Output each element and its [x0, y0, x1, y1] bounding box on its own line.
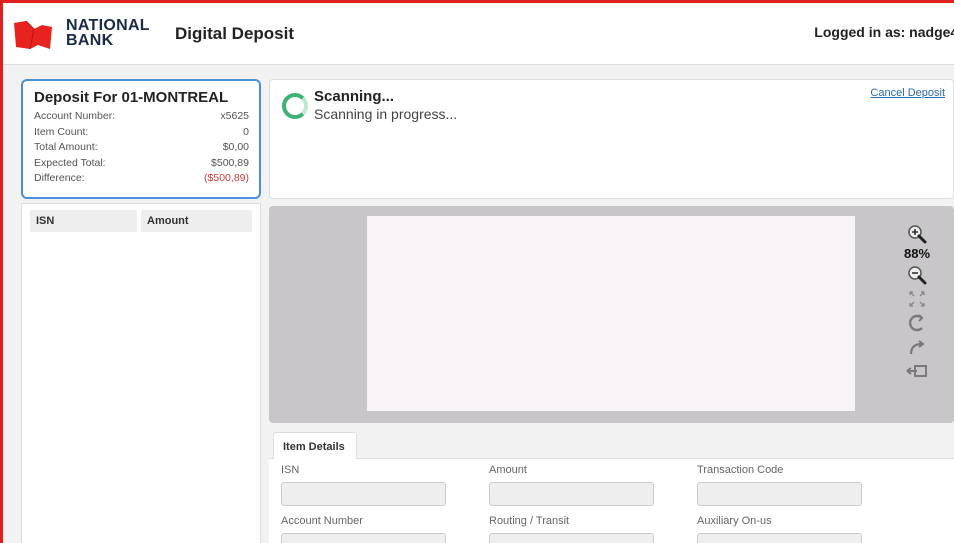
- zoom-in-icon[interactable]: [905, 222, 929, 246]
- field-transaction-code: Transaction Code: [697, 464, 862, 506]
- summary-label: Account Number:: [34, 110, 116, 122]
- field-label: ISN: [281, 464, 300, 476]
- summary-value: 0: [243, 125, 249, 138]
- item-details-panel: ISN Amount Transaction Code Account Numb…: [269, 458, 954, 543]
- field-label: Account Number: [281, 515, 363, 527]
- redo-icon[interactable]: [905, 335, 929, 359]
- transaction-code-input[interactable]: [697, 482, 862, 506]
- brand-line-2: BANK: [66, 32, 114, 49]
- app-title: Digital Deposit: [175, 24, 295, 43]
- summary-label: Total Amount:: [34, 141, 98, 153]
- fit-screen-icon[interactable]: [905, 287, 929, 311]
- image-viewer: 88%: [269, 206, 954, 423]
- item-list-header: ISN Amount: [30, 210, 252, 232]
- field-label: Auxiliary On-us: [697, 515, 772, 527]
- cancel-deposit-link[interactable]: Cancel Deposit: [870, 87, 945, 99]
- brand-line-1: NATIONAL: [66, 17, 150, 34]
- field-routing-transit: Routing / Transit: [489, 515, 654, 543]
- eject-icon[interactable]: [905, 359, 929, 383]
- deposit-title: Deposit For 01-MONTREAL: [34, 89, 229, 106]
- check-image-canvas: [367, 216, 855, 411]
- field-auxiliary-on-us: Auxiliary On-us: [697, 515, 862, 543]
- summary-label: Difference:: [34, 172, 85, 184]
- status-title: Scanning...: [314, 88, 395, 105]
- app-window: NATIONAL BANK Digital Deposit Logged in …: [0, 0, 954, 543]
- field-label: Routing / Transit: [489, 515, 570, 527]
- deposit-summary-card: Deposit For 01-MONTREAL Account Number: …: [21, 79, 261, 199]
- amount-input[interactable]: [489, 482, 654, 506]
- scan-status-panel: Scanning... Scanning in progress... Canc…: [269, 79, 954, 199]
- zoom-level: 88%: [903, 246, 931, 261]
- summary-value: $0,00: [222, 141, 249, 153]
- brand-name: NATIONAL BANK: [66, 17, 150, 49]
- rotate-icon[interactable]: [905, 311, 929, 335]
- field-label: Transaction Code: [697, 464, 784, 476]
- routing-transit-input[interactable]: [489, 533, 654, 543]
- account-number-input[interactable]: [281, 533, 446, 543]
- summary-row-difference: Difference: ($500,89): [34, 171, 249, 187]
- loading-spinner-icon: [282, 93, 308, 119]
- isn-input[interactable]: [281, 482, 446, 506]
- top-header: NATIONAL BANK Digital Deposit Logged in …: [3, 3, 954, 65]
- field-isn: ISN: [281, 464, 446, 506]
- summary-value: x5625: [220, 110, 249, 122]
- status-subtitle: Scanning in progress...: [314, 106, 458, 122]
- logged-in-user: Logged in as: nadge43: [814, 24, 954, 40]
- zoom-out-icon[interactable]: [905, 263, 929, 287]
- tab-item-details[interactable]: Item Details: [273, 432, 357, 459]
- auxiliary-on-us-input[interactable]: [697, 533, 862, 543]
- summary-row-account: Account Number: x5625: [34, 109, 249, 125]
- field-label: Amount: [489, 464, 527, 476]
- difference-value: ($500,89): [204, 172, 249, 184]
- item-list-panel: ISN Amount: [21, 203, 261, 543]
- summary-label: Expected Total:: [34, 156, 106, 169]
- field-account-number: Account Number: [281, 515, 446, 543]
- summary-row-item-count: Item Count: 0: [34, 125, 249, 141]
- summary-row-total-amount: Total Amount: $0,00: [34, 140, 249, 156]
- column-header-amount[interactable]: Amount: [141, 210, 252, 232]
- national-bank-logo-icon: [14, 20, 52, 50]
- summary-value: $500,89: [211, 156, 249, 169]
- summary-row-expected-total: Expected Total: $500,89: [34, 156, 249, 172]
- viewer-toolbar: 88%: [897, 222, 937, 383]
- column-header-isn[interactable]: ISN: [30, 210, 137, 232]
- field-amount: Amount: [489, 464, 654, 506]
- summary-label: Item Count:: [34, 125, 89, 138]
